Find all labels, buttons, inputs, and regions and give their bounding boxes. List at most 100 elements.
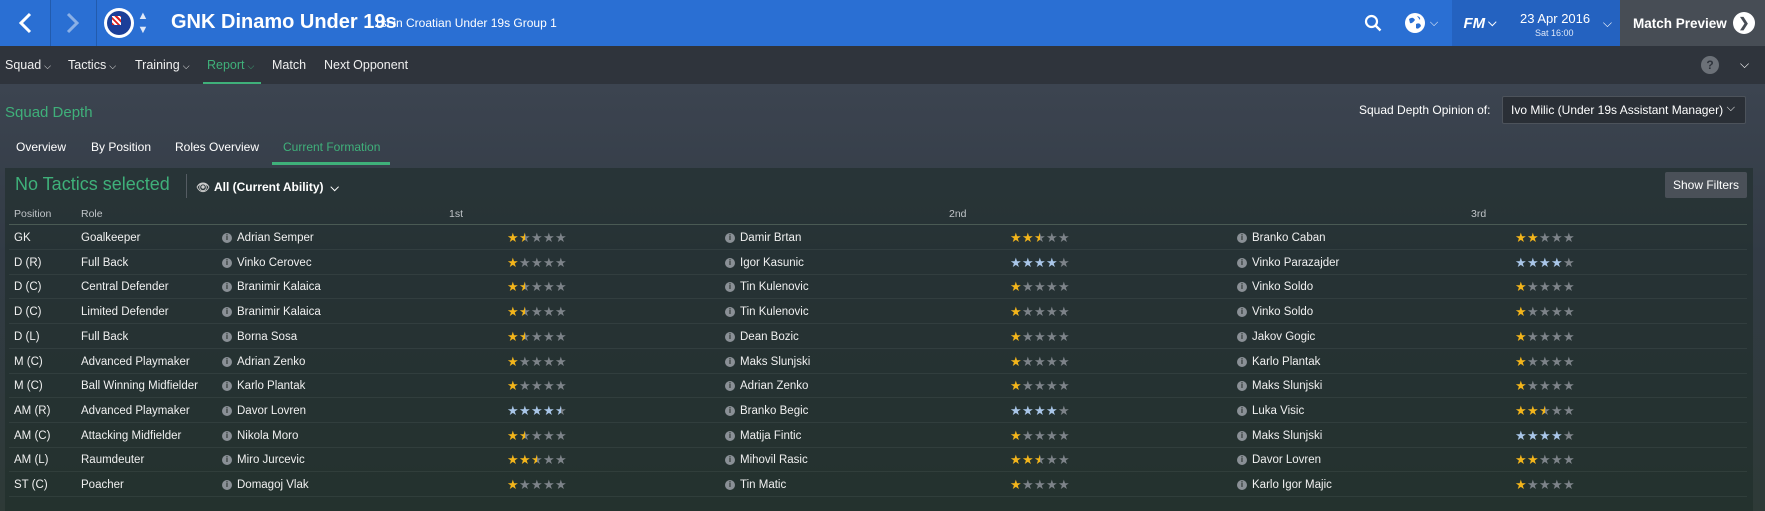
player-name-first[interactable]: Adrian Semper xyxy=(237,232,314,244)
info-icon[interactable]: i xyxy=(1237,282,1247,293)
player-name-first[interactable]: Borna Sosa xyxy=(237,331,297,343)
player-name-third[interactable]: Maks Slunjski xyxy=(1252,430,1322,442)
world-menu-button[interactable]: ⌵ xyxy=(1398,0,1444,46)
opinion-select[interactable]: Ivo Milic (Under 19s Assistant Manager) … xyxy=(1502,96,1746,124)
player-name-second[interactable]: Matija Fintic xyxy=(740,430,801,442)
player-name-second[interactable]: Tin Matic xyxy=(740,479,786,491)
player-name-first[interactable]: Davor Lovren xyxy=(237,405,306,417)
help-button[interactable]: ? xyxy=(1701,56,1719,74)
player-name-second[interactable]: Branko Begic xyxy=(740,405,808,417)
player-name-second[interactable]: Adrian Zenko xyxy=(740,380,808,392)
player-name-third[interactable]: Karlo Igor Majic xyxy=(1252,479,1332,491)
player-name-first[interactable]: Miro Jurcevic xyxy=(237,454,305,466)
info-icon[interactable]: i xyxy=(1237,455,1247,466)
player-name-second[interactable]: Igor Kasunic xyxy=(740,257,804,269)
player-name-second[interactable]: Damir Brtan xyxy=(740,232,801,244)
player-name-first[interactable]: Vinko Cerovec xyxy=(237,257,312,269)
info-icon[interactable]: i xyxy=(725,381,735,392)
view-filter-dropdown[interactable]: 👁 All (Current Ability) ⌵ xyxy=(196,180,339,195)
info-icon[interactable]: i xyxy=(222,257,232,268)
info-icon[interactable]: i xyxy=(222,233,232,243)
show-filters-button[interactable]: Show Filters xyxy=(1665,172,1747,198)
info-icon[interactable]: i xyxy=(222,430,232,441)
info-icon[interactable]: i xyxy=(222,331,232,342)
menu-match[interactable]: Match xyxy=(272,58,306,72)
info-icon[interactable]: i xyxy=(1237,405,1247,416)
player-name-third[interactable]: Jakov Gogic xyxy=(1252,331,1315,343)
info-icon[interactable]: i xyxy=(1237,331,1247,342)
info-icon[interactable]: i xyxy=(222,307,232,318)
column-header-second[interactable]: 2nd xyxy=(949,208,967,220)
player-name-first[interactable]: Branimir Kalaica xyxy=(237,306,321,318)
player-name-first[interactable]: Domagoj Vlak xyxy=(237,479,309,491)
player-name-first[interactable]: Adrian Zenko xyxy=(237,356,305,368)
info-icon[interactable]: i xyxy=(222,356,232,367)
info-icon[interactable]: i xyxy=(1237,381,1247,392)
player-name-third[interactable]: Davor Lovren xyxy=(1252,454,1321,466)
star-icon: ★ xyxy=(1034,279,1046,295)
subtab-current-formation[interactable]: Current Formation xyxy=(283,140,380,154)
menu-training[interactable]: Training ⌵ xyxy=(135,58,190,72)
star-icon: ★ xyxy=(1022,378,1034,394)
info-icon[interactable]: i xyxy=(1237,430,1247,441)
column-header-role[interactable]: Role xyxy=(81,208,103,220)
player-name-second[interactable]: Dean Bozic xyxy=(740,331,799,343)
fm-menu-button[interactable]: FM ⌵ xyxy=(1452,0,1508,46)
player-name-first[interactable]: Karlo Plantak xyxy=(237,380,305,392)
info-icon[interactable]: i xyxy=(1237,480,1247,490)
info-icon[interactable]: i xyxy=(725,405,735,416)
info-icon[interactable]: i xyxy=(222,282,232,293)
club-badge[interactable] xyxy=(104,8,134,38)
player-name-second[interactable]: Maks Slunjski xyxy=(740,356,810,368)
player-name-third[interactable]: Maks Slunjski xyxy=(1252,380,1322,392)
column-header-third[interactable]: 3rd xyxy=(1471,208,1486,220)
menu-squad[interactable]: Squad ⌵ xyxy=(5,58,51,72)
player-name-third[interactable]: Vinko Soldo xyxy=(1252,306,1313,318)
team-name[interactable]: GNK Dinamo Under 19s xyxy=(171,11,397,34)
menu-tactics[interactable]: Tactics ⌵ xyxy=(68,58,116,72)
subtab-by-position[interactable]: By Position xyxy=(91,140,151,154)
continue-button[interactable]: Match Preview ❯ xyxy=(1620,0,1765,46)
info-icon[interactable]: i xyxy=(222,480,232,490)
info-icon[interactable]: i xyxy=(725,307,735,318)
info-icon[interactable]: i xyxy=(1237,233,1247,243)
info-icon[interactable]: i xyxy=(222,381,232,392)
info-icon[interactable]: i xyxy=(725,257,735,268)
info-icon[interactable]: i xyxy=(725,233,735,243)
row-role: Poacher xyxy=(81,479,124,491)
info-icon[interactable]: i xyxy=(725,356,735,367)
info-icon[interactable]: i xyxy=(725,455,735,466)
info-icon[interactable]: i xyxy=(222,405,232,416)
back-button[interactable] xyxy=(4,0,48,46)
player-name-second[interactable]: Mihovil Rasic xyxy=(740,454,808,466)
info-icon[interactable]: i xyxy=(1237,307,1247,318)
menu-expand-chevron-icon[interactable]: ⌵ xyxy=(1740,57,1749,72)
player-name-third[interactable]: Branko Caban xyxy=(1252,232,1326,244)
column-header-first[interactable]: 1st xyxy=(449,208,463,220)
forward-button[interactable] xyxy=(50,0,94,46)
column-header-position[interactable]: Position xyxy=(14,208,51,220)
player-name-second[interactable]: Tin Kulenovic xyxy=(740,306,809,318)
player-name-second[interactable]: Tin Kulenovic xyxy=(740,281,809,293)
info-icon[interactable]: i xyxy=(222,455,232,466)
search-button[interactable] xyxy=(1358,0,1388,46)
info-icon[interactable]: i xyxy=(725,282,735,293)
menu-report[interactable]: Report ⌵ xyxy=(207,58,254,72)
info-icon[interactable]: i xyxy=(725,331,735,342)
player-name-third[interactable]: Vinko Parazajder xyxy=(1252,257,1339,269)
player-name-third[interactable]: Vinko Soldo xyxy=(1252,281,1313,293)
info-icon[interactable]: i xyxy=(725,480,735,490)
player-name-first[interactable]: Branimir Kalaica xyxy=(237,281,321,293)
player-name-third[interactable]: Karlo Plantak xyxy=(1252,356,1320,368)
player-name-third[interactable]: Luka Visic xyxy=(1252,405,1304,417)
menu-next-opponent[interactable]: Next Opponent xyxy=(324,58,408,72)
star-icon: ★ xyxy=(1563,452,1575,468)
date-display[interactable]: 23 Apr 2016 Sat 16:00 ⌵ xyxy=(1508,0,1620,46)
info-icon[interactable]: i xyxy=(725,430,735,441)
subtab-overview[interactable]: Overview xyxy=(16,140,66,154)
info-icon[interactable]: i xyxy=(1237,356,1247,367)
subtab-roles-overview[interactable]: Roles Overview xyxy=(175,140,259,154)
player-name-first[interactable]: Nikola Moro xyxy=(237,430,298,442)
info-icon[interactable]: i xyxy=(1237,257,1247,268)
club-switcher[interactable]: ▲ ▼ xyxy=(137,11,149,36)
